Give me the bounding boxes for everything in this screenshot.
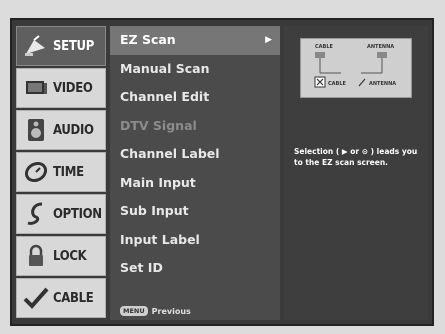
category-video[interactable]: VIDEO (16, 68, 106, 108)
category-label: CABLE (53, 290, 94, 306)
menu-footer: MENU Previous (120, 306, 191, 316)
category-label: VIDEO (53, 80, 93, 96)
menu-key-badge[interactable]: MENU (120, 306, 148, 316)
menu-item-label: Sub Input (120, 203, 189, 218)
diagram-cable-label: CABLE (328, 81, 347, 87)
option-hook-icon (21, 200, 51, 228)
tv-screen-icon (21, 74, 51, 102)
menu-item-label: Main Input (120, 174, 196, 190)
checkmark-icon (21, 284, 51, 312)
arrow-right-icon: ▶ (265, 35, 272, 45)
menu-item-ez-scan[interactable]: EZ Scan ▶ (110, 26, 280, 55)
category-label: OPTION (53, 206, 102, 222)
category-cable[interactable]: CABLE (16, 278, 106, 318)
category-audio[interactable]: AUDIO (16, 110, 106, 150)
diagram-top-cable-label: CABLE (315, 44, 334, 50)
tv-setup-menu: SETUP VIDEO AUDIO TIME OPTION LOCK CABLE… (10, 18, 434, 326)
signal-source-diagram: CABLE ANTENNA CABLE ANTENNA (300, 38, 412, 98)
menu-item-label: Channel Label (120, 146, 220, 161)
diagram-top-antenna-label: ANTENNA (367, 44, 394, 50)
menu-footer-label: Previous (151, 306, 191, 316)
menu-item-label: Input Label (120, 231, 200, 247)
category-label: TIME (53, 164, 84, 180)
category-label: AUDIO (53, 122, 94, 138)
menu-item-label: DTV Signal (120, 117, 197, 133)
menu-item-dtv-signal: DTV Signal (110, 112, 280, 141)
category-label: LOCK (53, 248, 87, 264)
category-label: SETUP (53, 38, 94, 54)
category-column: SETUP VIDEO AUDIO TIME OPTION LOCK CABLE (16, 26, 106, 320)
category-setup[interactable]: SETUP (16, 26, 106, 66)
padlock-icon (21, 242, 51, 270)
menu-item-channel-label[interactable]: Channel Label (110, 140, 280, 169)
category-time[interactable]: TIME (16, 152, 106, 192)
menu-item-label: Channel Edit (120, 89, 210, 104)
menu-item-label: Set ID (120, 260, 163, 275)
menu-item-label: Manual Scan (120, 60, 210, 76)
setup-submenu: EZ Scan ▶ Manual Scan Channel Edit DTV S… (110, 26, 280, 320)
menu-item-channel-edit[interactable]: Channel Edit (110, 83, 280, 112)
diagram-antenna-label: ANTENNA (369, 81, 396, 87)
speaker-icon (21, 116, 51, 144)
menu-item-main-input[interactable]: Main Input (110, 169, 280, 198)
clock-icon (21, 158, 51, 186)
menu-item-input-label[interactable]: Input Label (110, 226, 280, 255)
category-lock[interactable]: LOCK (16, 236, 106, 276)
satellite-dish-icon (21, 32, 51, 60)
menu-item-sub-input[interactable]: Sub Input (110, 197, 280, 226)
menu-item-label: EZ Scan (120, 32, 176, 47)
help-description: Selection ( ▶ or ⊙ ) leads you to the EZ… (294, 147, 418, 167)
menu-item-manual-scan[interactable]: Manual Scan (110, 55, 280, 84)
category-option[interactable]: OPTION (16, 194, 106, 234)
info-panel: CABLE ANTENNA CABLE ANTENNA Selection ( … (284, 26, 428, 320)
menu-item-set-id[interactable]: Set ID (110, 254, 280, 283)
